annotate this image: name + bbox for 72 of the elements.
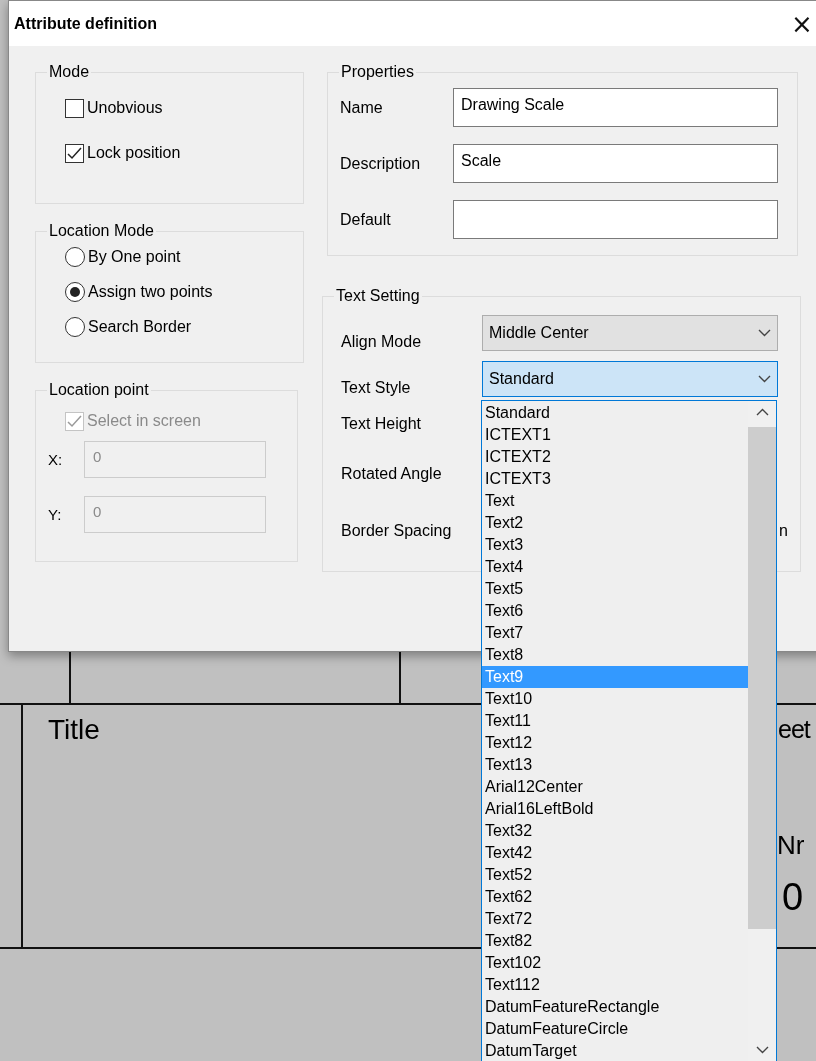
- field-label: Text Height: [341, 414, 423, 433]
- list-item[interactable]: Text52: [482, 864, 748, 886]
- radio-label: By One point: [88, 248, 181, 266]
- field-label: Rotated Angle: [341, 465, 443, 483]
- list-item[interactable]: Text102: [482, 952, 748, 974]
- group-title: Mode: [48, 63, 91, 81]
- field-label: Default: [340, 210, 392, 229]
- list-item[interactable]: ICTEXT1: [482, 424, 748, 446]
- list-item[interactable]: DatumTarget: [482, 1040, 748, 1061]
- group-title: Location Mode: [48, 222, 155, 240]
- list-item[interactable]: Text112: [482, 974, 748, 996]
- list-item[interactable]: Text11: [482, 710, 748, 732]
- list-item[interactable]: Text4: [482, 556, 748, 578]
- list-item[interactable]: Text42: [482, 842, 748, 864]
- text-field[interactable]: Drawing Scale: [453, 88, 778, 127]
- field-label: Description: [340, 154, 422, 173]
- list-item[interactable]: Text32: [482, 820, 748, 842]
- list-item[interactable]: Text13: [482, 754, 748, 776]
- chevron-icon: [758, 328, 771, 337]
- number-label: Nr: [777, 832, 805, 858]
- list-item[interactable]: Text7: [482, 622, 748, 644]
- text-field[interactable]: [453, 200, 778, 239]
- checkbox-label: Lock position: [87, 144, 181, 162]
- list-item[interactable]: Text82: [482, 930, 748, 952]
- field-label: Y:: [48, 506, 63, 523]
- list-item[interactable]: ICTEXT2: [482, 446, 748, 468]
- radio-label: Search Border: [88, 318, 192, 336]
- list-item[interactable]: Text5: [482, 578, 748, 600]
- list-item[interactable]: DatumFeatureRectangle: [482, 996, 748, 1018]
- radio-label: Assign two points: [88, 283, 213, 301]
- checkbox-label: Select in screen: [87, 412, 201, 430]
- text-field[interactable]: Scale: [453, 144, 778, 183]
- field-label: Name: [340, 98, 384, 117]
- list-item[interactable]: Text3: [482, 534, 748, 556]
- number-value: 0: [782, 878, 804, 916]
- close-button[interactable]: ×: [788, 7, 816, 40]
- list-item[interactable]: Text: [482, 490, 748, 512]
- radio-button[interactable]: [65, 317, 85, 337]
- list-item[interactable]: Text72: [482, 908, 748, 930]
- radio-button[interactable]: [65, 282, 85, 302]
- list-item[interactable]: Text2: [482, 512, 748, 534]
- list-item[interactable]: Text6: [482, 600, 748, 622]
- window-title: Attribute definition: [14, 14, 159, 33]
- list-item[interactable]: Standard: [482, 402, 748, 424]
- sheet-text: eet: [778, 717, 810, 742]
- radio-button[interactable]: [65, 247, 85, 267]
- checkbox[interactable]: [65, 98, 84, 118]
- field-label: X:: [48, 451, 64, 468]
- dropdown-select[interactable]: Standard: [482, 360, 778, 397]
- title-text: Title: [48, 716, 100, 744]
- dropdown-select[interactable]: Middle Center: [482, 314, 778, 351]
- list-item[interactable]: Text10: [482, 688, 748, 710]
- field-label: Border Spacing: [341, 521, 453, 540]
- checkbox[interactable]: [65, 143, 84, 163]
- chevron-icon: [755, 1046, 769, 1054]
- field-label: Align Mode: [341, 332, 423, 351]
- group-title: Text Setting: [335, 287, 421, 305]
- list-item[interactable]: Text12: [482, 732, 748, 754]
- group-title: Properties: [340, 63, 415, 81]
- list-item[interactable]: Text62: [482, 886, 748, 908]
- chevron-icon: [755, 408, 769, 416]
- group-title: Location point: [48, 381, 150, 399]
- unit-label: n: [779, 521, 788, 540]
- list-item[interactable]: Arial12Center: [482, 776, 748, 798]
- checkbox-label: Unobvious: [87, 99, 163, 117]
- list-item[interactable]: Text8: [482, 644, 748, 666]
- field-label: Text Style: [341, 378, 412, 397]
- list-item[interactable]: Arial16LeftBold: [482, 798, 748, 820]
- list-item[interactable]: ICTEXT3: [482, 468, 748, 490]
- chevron-icon: [758, 374, 771, 383]
- list-item[interactable]: DatumFeatureCircle: [482, 1018, 748, 1040]
- scrollbar-thumb[interactable]: [748, 427, 776, 929]
